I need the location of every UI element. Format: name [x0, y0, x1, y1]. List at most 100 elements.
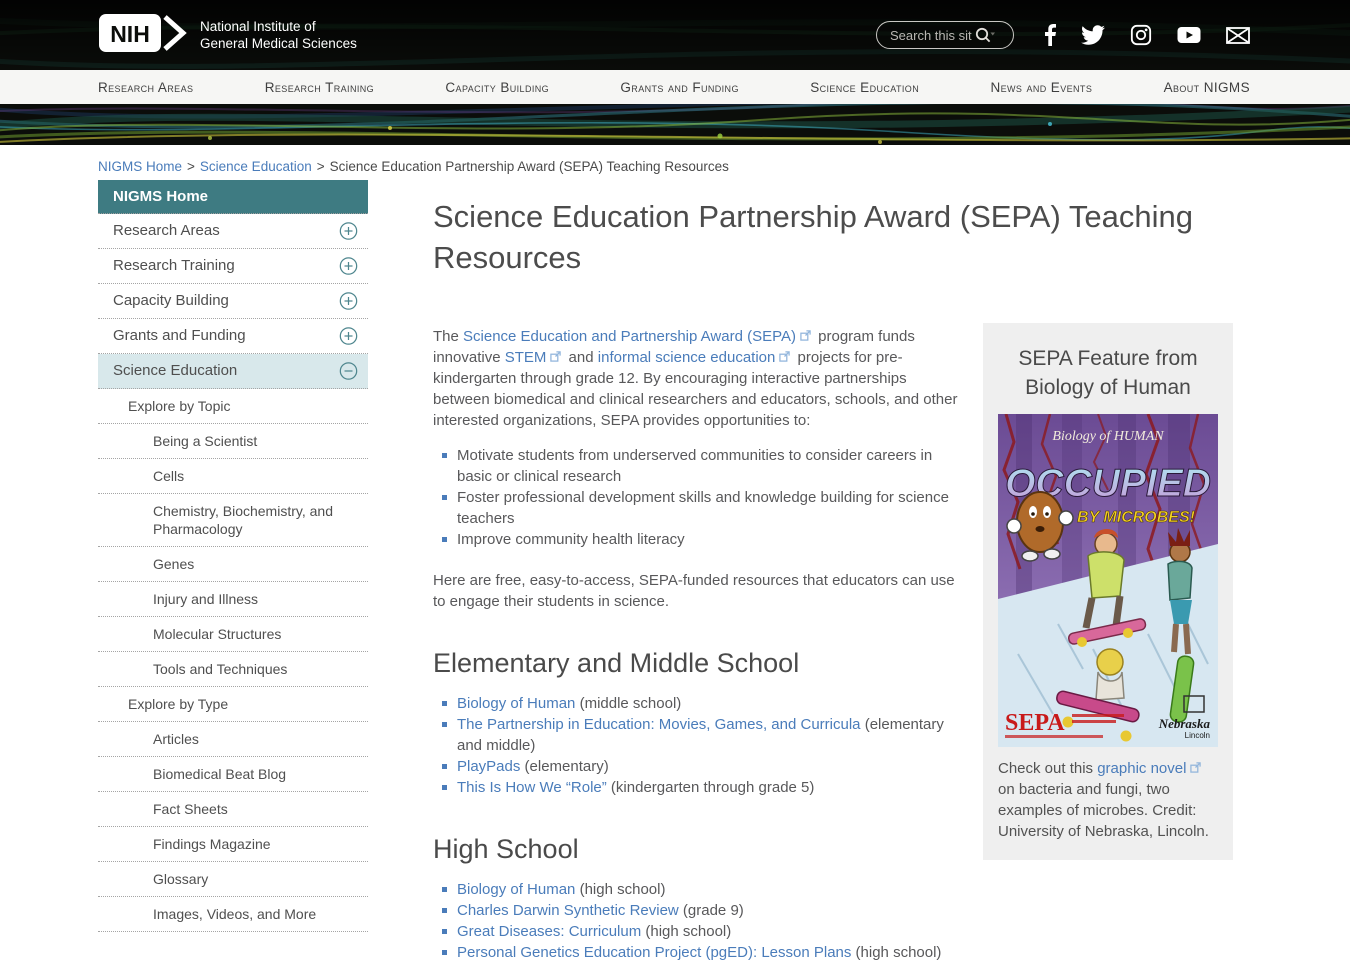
nav-item-research-training[interactable]: Research Training: [265, 80, 374, 95]
twitter-icon[interactable]: [1081, 25, 1105, 45]
plus-circle-icon[interactable]: [339, 327, 358, 346]
nav-item-research-areas[interactable]: Research Areas: [98, 80, 193, 95]
resource-link[interactable]: This Is How We “Role”: [457, 779, 607, 796]
sidebar-item-label: Grants and Funding: [113, 327, 246, 344]
sidebar-item-chemistry-biochemistry-and-pharmacology[interactable]: Chemistry, Biochemistry, and Pharmacolog…: [98, 494, 368, 547]
sidebar-item-label: Injury and Illness: [153, 591, 258, 607]
page-title: Science Education Partnership Award (SEP…: [433, 196, 1233, 278]
sidebar-item-explore-by-topic[interactable]: Explore by Topic: [98, 389, 368, 424]
cover-series-text: Biology of HUMAN: [1052, 429, 1164, 444]
resource-item: Charles Darwin Synthetic Review (grade 9…: [433, 900, 958, 921]
resource-item: This Is How We “Role” (kindergarten thro…: [433, 777, 958, 798]
cover-sepa-logo: SEPA: [1005, 710, 1065, 736]
resource-link[interactable]: PlayPads: [457, 758, 520, 775]
inline-link[interactable]: STEM: [505, 349, 547, 366]
nav-item-capacity-building[interactable]: Capacity Building: [445, 80, 549, 95]
inline-link[interactable]: graphic novel: [1097, 760, 1186, 777]
resource-suffix: (grade 9): [679, 902, 744, 919]
sidebar-item-capacity-building[interactable]: Capacity Building: [98, 284, 368, 319]
plus-circle-icon[interactable]: [339, 222, 358, 241]
sidebar-item-explore-by-type[interactable]: Explore by Type: [98, 687, 368, 722]
sidebar-item-molecular-structures[interactable]: Molecular Structures: [98, 617, 368, 652]
intro-paragraph: The Science Education and Partnership Aw…: [433, 326, 958, 431]
sidebar-item-label: Fact Sheets: [153, 801, 228, 817]
sidebar-item-research-training[interactable]: Research Training: [98, 249, 368, 284]
sidebar-item-fact-sheets[interactable]: Fact Sheets: [98, 792, 368, 827]
sidebar-item-grants-and-funding[interactable]: Grants and Funding: [98, 319, 368, 354]
institute-name-line2: General Medical Sciences: [200, 35, 357, 52]
breadcrumb-link[interactable]: Science Education: [200, 159, 312, 174]
resource-suffix: (kindergarten through grade 5): [607, 779, 815, 796]
sidebar-item-label: Genes: [153, 556, 194, 572]
sidebar-item-images-videos-and-more[interactable]: Images, Videos, and More: [98, 897, 368, 932]
sidebar-item-research-areas[interactable]: Research Areas: [98, 214, 368, 249]
nav-item-about-nigms[interactable]: About NIGMS: [1164, 80, 1250, 95]
breadcrumb-link[interactable]: NIGMS Home: [98, 159, 182, 174]
resource-link[interactable]: Charles Darwin Synthetic Review: [457, 902, 679, 919]
resource-link[interactable]: Great Diseases: Curriculum: [457, 923, 641, 940]
opportunities-list: Motivate students from underserved commu…: [433, 445, 958, 550]
site-header: NIH National Institute of General Medica…: [0, 0, 1350, 145]
sidebar-items: Research AreasResearch Training Capacity …: [98, 214, 368, 932]
search-input[interactable]: [888, 27, 974, 44]
inline-link[interactable]: informal science education: [598, 349, 776, 366]
plus-circle-icon[interactable]: [339, 292, 358, 311]
sidebar-item-label: Glossary: [153, 871, 208, 887]
resource-link[interactable]: Biology of Human: [457, 881, 575, 898]
sidebar-item-biomedical-beat-blog[interactable]: Biomedical Beat Blog: [98, 757, 368, 792]
sidebar-item-label: Biomedical Beat Blog: [153, 766, 286, 782]
sidebar-item-label: Being a Scientist: [153, 433, 257, 449]
sidebar-item-injury-and-illness[interactable]: Injury and Illness: [98, 582, 368, 617]
nih-logo[interactable]: NIH: [98, 11, 190, 60]
sidebar-item-science-education[interactable]: Science Education: [98, 354, 368, 389]
external-link-icon: [800, 326, 811, 347]
sidebar-item-glossary[interactable]: Glossary: [98, 862, 368, 897]
sidebar-item-articles[interactable]: Articles: [98, 722, 368, 757]
email-icon[interactable]: [1226, 27, 1250, 44]
resource-suffix: (high school): [575, 881, 665, 898]
social-links: [1044, 24, 1250, 46]
youtube-icon[interactable]: [1177, 26, 1201, 44]
nih-acronym: NIH: [110, 21, 150, 47]
text-segment: The: [433, 328, 463, 345]
sidebar-item-being-a-scientist[interactable]: Being a Scientist: [98, 424, 368, 459]
sidebar-item-findings-magazine[interactable]: Findings Magazine: [98, 827, 368, 862]
resource-list: Biology of Human (high school) Charles Da…: [433, 879, 958, 963]
feature-title: SEPA Feature from Biology of Human: [998, 344, 1218, 402]
resource-link[interactable]: The Partnership in Education: Movies, Ga…: [457, 716, 861, 733]
sidebar-item-nigms-home[interactable]: NIGMS Home: [98, 180, 368, 214]
sidebar-item-tools-and-techniques[interactable]: Tools and Techniques: [98, 652, 368, 687]
feature-caption: Check out this graphic novel on bacteria…: [998, 758, 1218, 842]
instagram-icon[interactable]: [1130, 24, 1152, 46]
article-body: The Science Education and Partnership Aw…: [433, 306, 958, 963]
sidebar-item-label: Explore by Topic: [128, 398, 230, 414]
section-heading-elementary-and-middle-school: Elementary and Middle School: [433, 648, 958, 679]
institute-name-line1: National Institute of: [200, 18, 357, 35]
sidebar-item-label: Science Education: [113, 362, 237, 379]
sidebar-item-label: Explore by Type: [128, 696, 228, 712]
resource-list: Biology of Human (middle school) The Part…: [433, 693, 958, 798]
nav-item-news-and-events[interactable]: News and Events: [990, 80, 1092, 95]
sidebar-item-genes[interactable]: Genes: [98, 547, 368, 582]
search-icon[interactable]: [974, 26, 996, 44]
minus-circle-icon[interactable]: [339, 362, 358, 381]
inline-link[interactable]: Science Education and Partnership Award …: [463, 328, 796, 345]
plus-circle-icon[interactable]: [339, 257, 358, 276]
resource-suffix: (middle school): [575, 695, 681, 712]
cover-nebraska-logo: Nebraska: [1158, 716, 1211, 731]
page-layout: NIGMS Home Research AreasResearch Traini…: [98, 180, 1350, 963]
primary-nav-bar: Research Areas Research Training Capacity …: [0, 70, 1350, 104]
nav-item-grants-and-funding[interactable]: Grants and Funding: [620, 80, 738, 95]
sidebar-item-cells[interactable]: Cells: [98, 459, 368, 494]
resource-link[interactable]: Biology of Human: [457, 695, 575, 712]
resource-link[interactable]: Personal Genetics Education Project (pgE…: [457, 944, 851, 961]
opportunity-item: Improve community health literacy: [433, 529, 958, 550]
institute-name: National Institute of General Medical Sc…: [200, 18, 357, 52]
resource-item: Great Diseases: Curriculum (high school): [433, 921, 958, 942]
facebook-icon[interactable]: [1044, 24, 1056, 46]
resource-item: The Partnership in Education: Movies, Ga…: [433, 714, 958, 756]
sidebar-item-label: Molecular Structures: [153, 626, 281, 642]
nav-item-science-education[interactable]: Science Education: [810, 80, 919, 95]
text-segment: and: [564, 349, 597, 366]
sidebar-item-label: Capacity Building: [113, 292, 229, 309]
